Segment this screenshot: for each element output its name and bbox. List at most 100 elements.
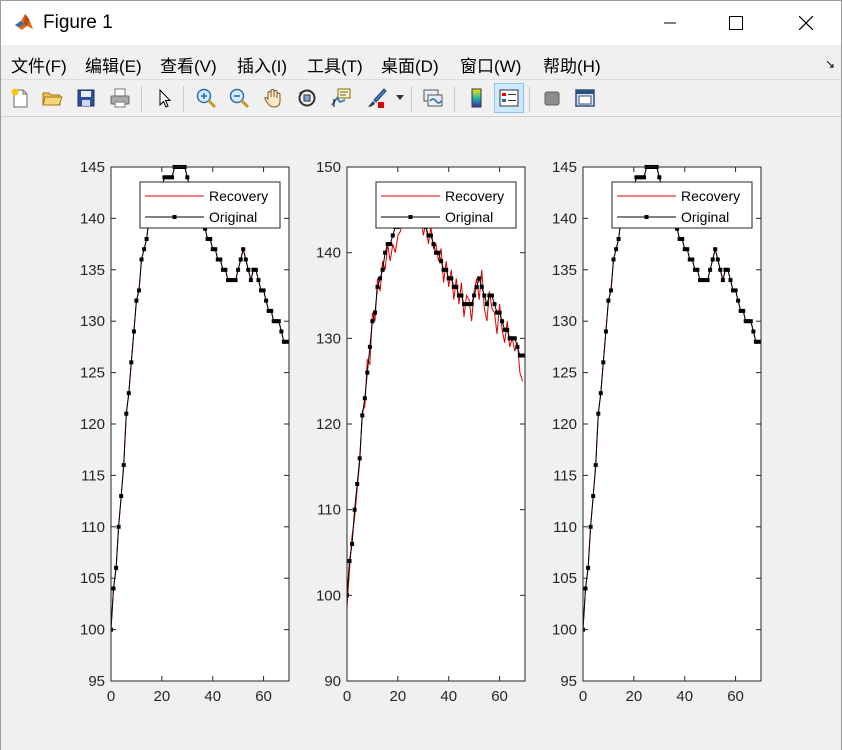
hide-plot-tools-button[interactable] [537,83,567,113]
data-point [116,524,121,529]
legend[interactable]: Recovery Original [611,181,753,229]
data-point [459,293,464,298]
y-tick-label: 115 [553,467,577,484]
rotate-3d-button[interactable] [292,83,322,113]
data-point [365,370,370,375]
menu-help[interactable]: 帮助(H) [543,52,601,77]
data-point [469,302,474,307]
data-point [276,319,281,324]
data-point [515,344,520,349]
data-point [256,278,261,283]
y-tick-label: 130 [80,313,105,330]
y-tick-label: 135 [552,262,577,279]
data-point [439,259,444,264]
y-tick-label: 100 [316,587,341,604]
show-plot-tools-button[interactable] [570,83,600,113]
pan-icon [264,88,281,108]
data-point [736,298,741,303]
edit-plot-button[interactable] [149,83,179,113]
pan-button[interactable] [258,83,288,113]
axes-3[interactable]: 0 20 40 60 95 100 105 110 115 120 125 130 135 140 145 R… [552,159,762,705]
data-point [591,494,596,498]
title-bar[interactable]: Figure 1 [1,1,841,45]
legend-label-original: Original [445,209,493,225]
menu-tools[interactable]: 工具(T) [307,52,363,77]
data-point [596,411,601,416]
menu-edit[interactable]: 编辑(E) [85,52,142,77]
data-point [241,247,246,252]
data-point [357,456,362,461]
data-point [500,319,505,324]
data-point [236,267,241,272]
zoom-in-button[interactable] [191,83,221,113]
x-tick-label: 40 [440,688,457,705]
minimize-button[interactable] [647,1,693,45]
link-plot-button[interactable] [418,83,448,113]
insert-colorbar-icon [471,88,482,108]
y-tick-label: 120 [552,416,577,433]
insert-legend-button[interactable] [494,83,524,113]
y-tick-label: 95 [88,673,105,690]
legend-marker [408,215,413,219]
window-title: Figure 1 [43,12,113,33]
data-point [131,329,136,334]
data-point [264,298,269,303]
data-point [350,541,355,546]
y-tick-label: 140 [316,245,341,262]
figure-toolbar [1,79,841,117]
menu-desktop[interactable]: 桌面(D) [381,52,439,77]
axes-2[interactable]: 0 20 40 60 90 100 110 120 130 140 150 Recovery Origi… [316,159,526,705]
legend-label-recovery: Recovery [681,188,740,204]
data-point [352,507,357,512]
x-tick-label: 0 [579,688,587,705]
data-point [718,267,723,272]
maximize-button[interactable] [713,1,759,45]
data-point [137,288,141,293]
y-tick-label: 100 [80,622,105,639]
data-point [611,257,616,262]
x-tick-label: 20 [626,688,643,705]
data-point [725,267,730,272]
data-point [616,237,621,241]
data-cursor-button[interactable] [326,83,356,113]
open-file-button[interactable] [37,83,67,113]
data-point [479,284,484,289]
axes-1[interactable]: 0 20 40 60 95 100 105 110 115 120 125 130 135 140 145 R… [80,159,290,705]
data-point [233,278,238,283]
data-point [208,237,213,241]
save-button[interactable] [71,83,101,113]
menu-view[interactable]: 查看(V) [160,52,217,77]
data-point [748,319,753,324]
legend-label-recovery: Recovery [209,188,268,204]
dock-arrow-icon[interactable]: ↘ [825,57,835,71]
data-point [185,175,190,180]
data-point [477,276,482,281]
data-point [593,463,598,468]
data-point [657,175,662,180]
brush-dropdown-button[interactable] [391,83,409,113]
menu-insert[interactable]: 插入(I) [237,52,287,77]
legend[interactable]: Recovery Original [139,181,281,229]
x-tick-label: 0 [107,688,115,705]
print-button[interactable] [105,83,135,113]
brush-button[interactable] [361,83,391,113]
close-button[interactable] [783,1,829,45]
data-point [388,242,393,247]
data-point [512,336,517,341]
matlab-logo-icon [13,11,35,33]
data-point [144,237,149,241]
menu-window[interactable]: 窗口(W) [460,52,521,77]
y-tick-label: 110 [553,519,577,536]
insert-colorbar-button[interactable] [461,83,491,113]
new-figure-button[interactable] [5,83,35,113]
menu-file[interactable]: 文件(F) [11,52,67,77]
data-point [710,257,715,262]
figure-canvas: 0 20 40 60 95 100 105 110 115 120 125 130 135 140 145 R… [1,118,841,750]
data-point [489,293,494,298]
data-point [142,247,147,252]
data-point [751,329,756,334]
zoom-out-button[interactable] [224,83,254,113]
data-point [355,482,360,486]
legend[interactable]: Recovery Original [375,181,517,229]
x-tick-label: 60 [255,688,272,705]
